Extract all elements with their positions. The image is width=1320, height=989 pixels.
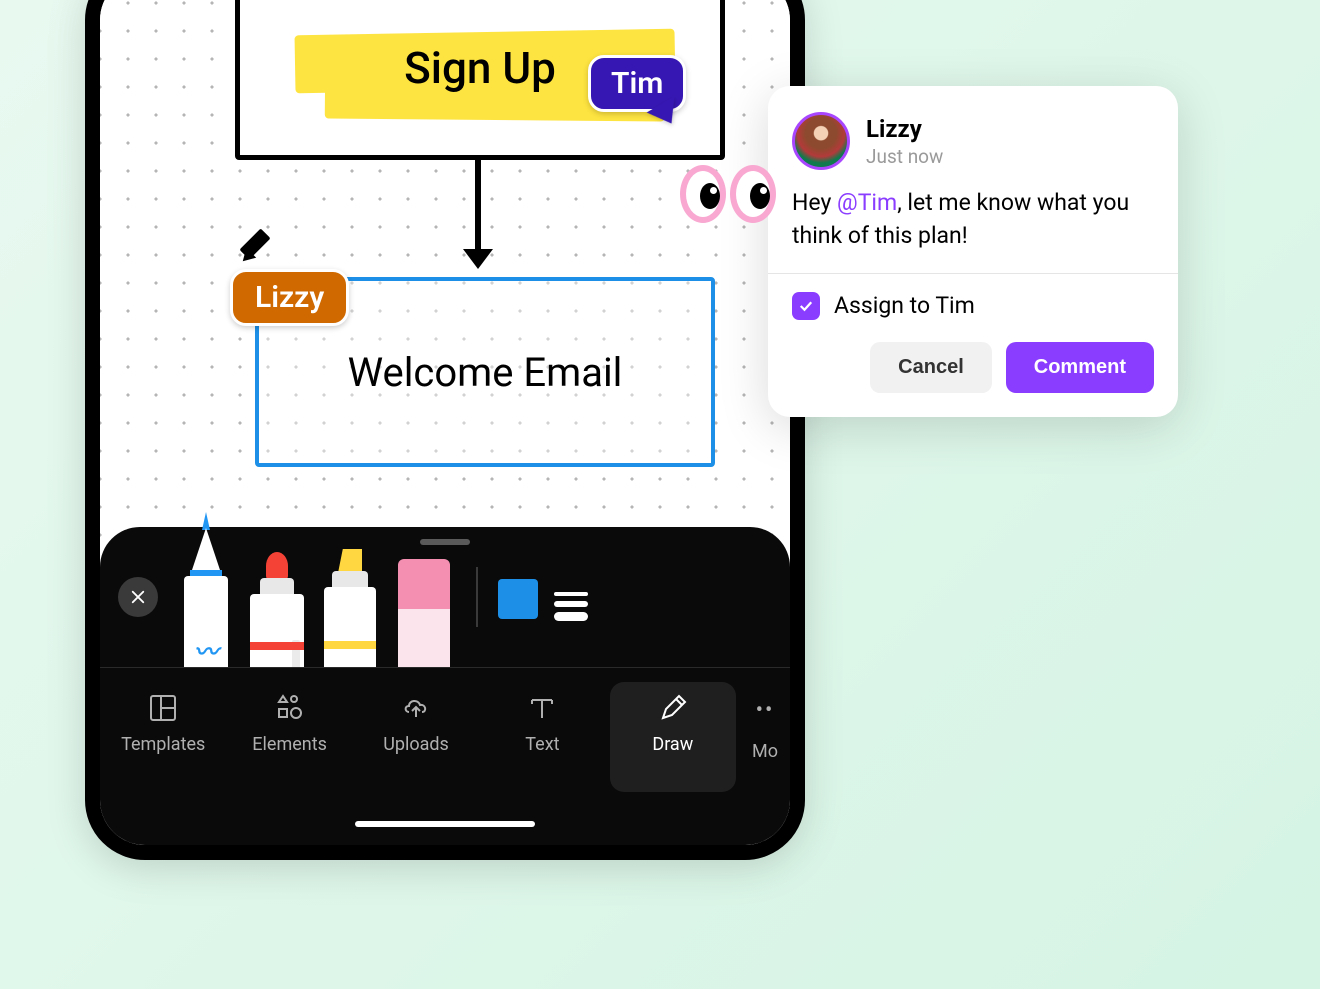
nav-templates[interactable]: Templates (100, 678, 226, 847)
nav-more[interactable]: •• Mo (740, 678, 790, 847)
pen-tool[interactable]: 〰 (178, 512, 234, 667)
comment-popup: Lizzy Just now Hey @Tim, let me know wha… (768, 86, 1178, 417)
nav-label: Uploads (383, 734, 449, 755)
divider (476, 567, 478, 627)
eye-icon (680, 165, 726, 223)
eyes-sticker[interactable] (680, 165, 776, 223)
drag-handle[interactable] (420, 539, 470, 545)
highlighter-tool[interactable] (320, 549, 380, 667)
mention[interactable]: @Tim (837, 189, 897, 216)
welcome-label: Welcome Email (348, 349, 623, 396)
nav-elements[interactable]: Elements (226, 678, 352, 847)
nav-label: Text (525, 734, 559, 755)
nav-label: Draw (652, 734, 693, 755)
stroke-thickness-picker[interactable] (554, 592, 588, 621)
nav-label: Templates (121, 734, 205, 755)
close-icon (129, 588, 147, 606)
divider (768, 273, 1178, 274)
assign-checkbox[interactable] (792, 292, 820, 320)
nav-label: Mo (752, 741, 778, 762)
draw-icon (657, 692, 689, 724)
pen-scribble-icon: 〰 (194, 632, 218, 667)
comment-text: Hey (792, 189, 837, 216)
cancel-button[interactable]: Cancel (870, 342, 992, 393)
eraser-tool[interactable] (398, 559, 450, 667)
arrow-connector[interactable] (475, 160, 481, 255)
whiteboard-canvas[interactable]: Sign Up Tim Welcome Email Lizzy (100, 0, 790, 555)
draw-toolbar: 〰 (100, 527, 790, 667)
comment-timestamp: Just now (866, 145, 943, 168)
comment-author: Lizzy (866, 115, 943, 143)
comment-body[interactable]: Hey @Tim, let me know what you think of … (792, 186, 1154, 253)
color-picker[interactable] (498, 579, 538, 619)
marker-tool[interactable] (246, 552, 308, 667)
phone-frame: Sign Up Tim Welcome Email Lizzy (85, 0, 805, 860)
nav-label: Elements (252, 734, 327, 755)
text-icon (526, 692, 558, 724)
comment-button[interactable]: Comment (1006, 342, 1154, 393)
signup-label: Sign Up (404, 42, 556, 94)
collaborator-cursor-tim: Tim (588, 55, 686, 112)
uploads-icon (400, 692, 432, 724)
assign-label: Assign to Tim (834, 292, 975, 319)
more-icon: •• (756, 698, 775, 723)
bottom-nav: Templates Elements Uploads Text Draw (100, 667, 790, 847)
nav-draw[interactable]: Draw (610, 682, 736, 792)
eye-icon (730, 165, 776, 223)
elements-icon (274, 692, 306, 724)
assign-row[interactable]: Assign to Tim (792, 292, 1154, 320)
collaborator-cursor-lizzy: Lizzy (230, 225, 349, 326)
close-button[interactable] (118, 577, 158, 617)
avatar[interactable] (792, 112, 850, 170)
templates-icon (147, 692, 179, 724)
cursor-label: Lizzy (230, 269, 349, 326)
home-indicator[interactable] (355, 821, 535, 827)
pencil-cursor-icon (238, 225, 274, 265)
check-icon (797, 297, 815, 315)
